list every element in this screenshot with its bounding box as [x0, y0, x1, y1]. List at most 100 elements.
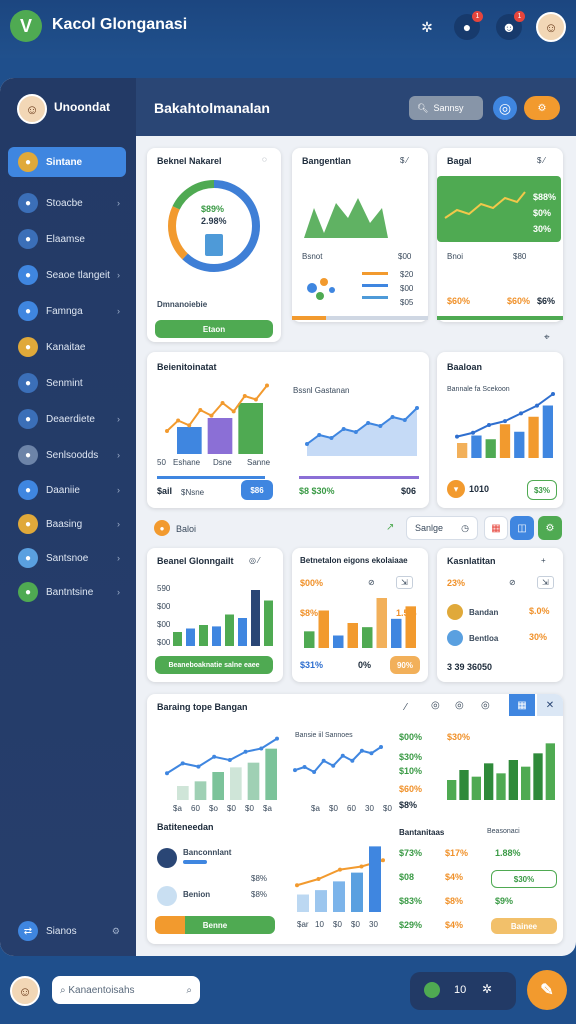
report-bar-right-1	[459, 770, 469, 800]
report-bar-right-7	[533, 753, 543, 800]
legend-value: $00	[400, 284, 414, 293]
x-tick: 30	[369, 920, 378, 929]
sidebar-item-3[interactable]: ● Seaoe tlangeit ›	[8, 260, 126, 290]
x-tick: $0	[351, 920, 360, 929]
row-label: Benion	[183, 890, 211, 899]
doc-icon: ●	[18, 480, 38, 500]
donut-value-1: $89%	[201, 204, 225, 214]
small-bar-5	[528, 416, 539, 458]
puzzle-icon[interactable]: ✲	[482, 982, 492, 996]
x-tick: $ar	[297, 920, 309, 929]
settings-icon[interactable]: ⚙	[112, 926, 120, 937]
card-overview: Beknel Nakarel ◌ $89% 2.98% Dmnanoiebie …	[147, 148, 281, 342]
calendar-button[interactable]: ◫	[510, 516, 534, 540]
report-trend-point-5	[243, 749, 248, 754]
sidebar-item-1[interactable]: ● Stoacbe ›	[8, 188, 126, 218]
header-search[interactable]: 🔍︎ Sannsy	[409, 96, 483, 120]
grid-icon[interactable]: ✲	[414, 14, 440, 40]
grid-button[interactable]: $30%	[491, 870, 557, 888]
legend-value: $20	[400, 270, 414, 279]
sidebar-item-8[interactable]: ● Senlsoodds ›	[8, 440, 126, 470]
app-logo[interactable]: V	[10, 10, 42, 42]
section-subtitle: Beasonaci	[487, 828, 520, 835]
sub-trend-point-1	[316, 877, 321, 881]
chevron-right-icon: ›	[117, 553, 120, 563]
report-trend-2-line	[294, 746, 382, 774]
performance-chart	[157, 383, 419, 479]
stat-label: Bnoi	[447, 252, 464, 261]
bottom-search[interactable]: ⌕ Kanaentoisahs ⌕	[52, 976, 200, 1004]
foot-button[interactable]: 90%	[390, 656, 420, 674]
bottom-avatar[interactable]: ☺	[10, 976, 40, 1006]
sidebar-item-11[interactable]: ● Santsnoe ›	[8, 543, 126, 573]
row-value: $8%	[251, 890, 268, 899]
settings-button[interactable]: ⚙	[538, 516, 562, 540]
report-trend-point-3	[212, 754, 217, 759]
small-bar-6	[542, 405, 553, 458]
expand-icon[interactable]: ⇲	[537, 576, 554, 589]
compose-button[interactable]: ✎	[527, 970, 567, 1010]
sidebar-avatar[interactable]: ☺	[17, 94, 47, 124]
green-bar-1	[186, 628, 195, 646]
perf-trend-point-1	[176, 418, 181, 423]
foot-value: 1010	[469, 484, 490, 494]
circle-icon: ●	[18, 265, 38, 285]
info-button[interactable]: ◎	[493, 96, 517, 120]
filter-select[interactable]: Sanlge ◷	[406, 516, 478, 540]
report-trend-point-4	[227, 758, 232, 763]
sidebar-item-label: Senlsoodds	[46, 449, 99, 461]
small-bar-1	[471, 435, 482, 458]
chart-type-button[interactable]: ▦	[484, 516, 508, 540]
report-bar-right-3	[484, 763, 494, 800]
sidebar-item-10[interactable]: ● Baasing ›	[8, 509, 126, 539]
grid-button[interactable]: Bainee	[491, 918, 557, 934]
card-bars-small: Baaloan Bannale fa Scekoon ▾ 1010 $3%	[437, 352, 563, 508]
sidebar-item-2[interactable]: ● Elaamse	[8, 224, 126, 254]
pin-icon[interactable]: ⌖	[544, 332, 550, 343]
card-action-button[interactable]: Benne	[155, 916, 275, 934]
sidebar-item-0[interactable]: ● Sintane	[8, 147, 126, 177]
foot-button[interactable]: $3%	[527, 480, 557, 500]
notification-icon[interactable]: ● 1	[454, 11, 483, 40]
card-action-button[interactable]: Beaneboaknatie salne eaee	[155, 656, 273, 674]
green-bar-5	[238, 618, 247, 646]
sidebar-item-label: Sintane	[46, 156, 83, 168]
sidebar-item-9[interactable]: ● Daaniie ›	[8, 475, 126, 505]
card-action-button[interactable]: Etaon	[155, 320, 273, 338]
y-tick: 590	[157, 584, 171, 593]
chat-bubble-icon: ●	[18, 582, 38, 602]
stat-value: $8%	[399, 800, 418, 810]
sidebar-item-12[interactable]: ● Bantntsine ›	[8, 577, 126, 607]
orange-action-button[interactable]: ⚙	[524, 96, 560, 120]
sidebar-item-6[interactable]: ● Senmint	[8, 368, 126, 398]
report-trend-2-point-0	[293, 768, 297, 773]
sidebar-item-5[interactable]: ● Kanaitae	[8, 332, 126, 362]
grid-value: $73%	[399, 848, 423, 858]
clock-icon: ◷	[461, 522, 469, 533]
sidebar-item-4[interactable]: ● Famnga ›	[8, 296, 126, 326]
sidebar-item-label: Senmint	[46, 377, 83, 389]
search-icon[interactable]: ⊘	[509, 578, 516, 587]
perf-bar-0	[177, 427, 202, 454]
donut-chart	[168, 180, 260, 272]
message-icon[interactable]: ☻ 1	[496, 11, 525, 40]
progress-bar	[157, 476, 265, 479]
report-bar-3	[230, 767, 242, 800]
sidebar-item-7[interactable]: ● Deaerdiete ›	[8, 404, 126, 434]
header-search-placeholder: Sannsy	[433, 103, 464, 113]
stat-value: 23%	[447, 578, 466, 588]
sub-bar-2	[333, 881, 345, 912]
sub-trend-point-2	[338, 867, 342, 872]
user-avatar[interactable]: ☺	[536, 12, 566, 42]
small-trend-point-1	[471, 430, 475, 435]
mix-area-point-2	[329, 436, 334, 440]
grid-value: $29%	[399, 920, 423, 930]
report-trend-2-point-6	[350, 758, 355, 763]
search-icon[interactable]: ⌕	[186, 985, 192, 996]
foot-button[interactable]: $86	[241, 480, 273, 500]
trend-icon[interactable]: ↗	[386, 522, 394, 533]
add-icon[interactable]: +	[541, 556, 546, 565]
app-icon[interactable]	[424, 982, 440, 998]
report-bar-right-8	[545, 743, 555, 800]
sidebar-footer[interactable]: ⇄ Sianos ⚙	[8, 916, 126, 946]
